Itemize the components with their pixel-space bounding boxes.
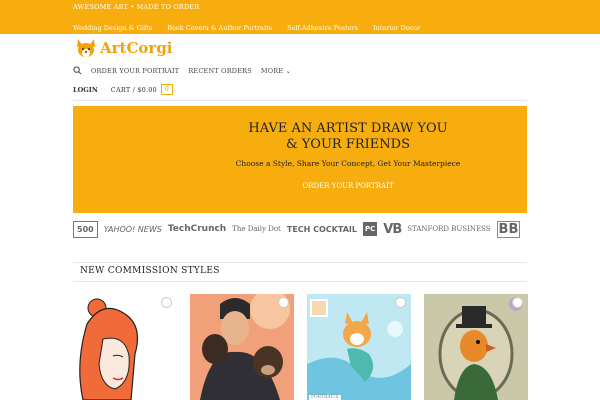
press-logo-daily-dot: The Daily Dot [232,224,281,233]
press-logo-pc: PC [362,222,378,236]
hero-banner: HAVE AN ARTIST DRAW YOU & YOUR FRIENDS C… [73,106,527,213]
section-title: NEW COMMISSION STYLES [80,266,220,276]
product-image-man-dogs [190,294,294,400]
corgi-logo-icon [77,39,95,57]
top-links: Wedding Design & Gifts Book Covers & Aut… [73,24,420,32]
press-logos: 500 YAHOO! NEWS TechCrunch The Daily Dot… [73,217,527,241]
product-card-corgi-mermaid[interactable]: PORTRAITS [307,294,411,400]
top-link-wedding[interactable]: Wedding Design & Gifts [73,24,152,32]
login-link[interactable]: LOGIN [73,86,98,94]
wishlist-heart-icon[interactable] [512,297,523,308]
press-logo-techcrunch: TechCrunch [167,224,227,234]
main-nav: ORDER YOUR PORTRAIT RECENT ORDERS MORE ⌄ [73,66,300,75]
press-logo-vb: VB [383,221,402,237]
product-grid: PORTRAITS [73,294,528,400]
nav-order-portrait[interactable]: ORDER YOUR PORTRAIT [91,67,179,75]
top-link-interior[interactable]: Interior Decor [373,24,420,32]
hero-heading: HAVE AN ARTIST DRAW YOU & YOUR FRIENDS [193,121,503,153]
search-icon[interactable] [73,66,82,75]
top-link-posters[interactable]: Self-Adhesive Posters [287,24,358,32]
section-divider-bottom [73,281,527,282]
header-divider [73,100,527,101]
brand-name: ArtCorgi [100,39,173,57]
account-bar: LOGIN CART / $0.00 0 [73,84,173,95]
tagline: AWESOME ART • MADE TO ORDER [73,3,200,11]
hero-heading-line1: HAVE AN ARTIST DRAW YOU [248,121,448,136]
hero-heading-line2: & YOUR FRIENDS [286,137,410,152]
product-image-corgi-mermaid [307,294,411,400]
nav-recent-orders[interactable]: RECENT ORDERS [188,67,252,75]
site-logo[interactable]: ArtCorgi [75,37,173,59]
product-card-bird-gentleman[interactable] [424,294,528,400]
product-card-man-dogs[interactable] [190,294,294,400]
top-link-book-covers[interactable]: Book Covers & Author Portraits [167,24,272,32]
press-logo-bb: BB [496,220,521,238]
product-category-tag: PORTRAITS [309,395,341,400]
wishlist-heart-icon[interactable] [395,297,406,308]
hero-subheading: Choose a Style, Share Your Concept, Get … [235,159,461,168]
nav-more[interactable]: MORE ⌄ [261,67,291,75]
cart-link[interactable]: CART / $0.00 [111,86,157,94]
product-image-bird-gentleman [424,294,528,400]
section-divider-top [73,262,527,263]
product-image-red-hair [73,294,177,400]
cart-count-badge[interactable]: 0 [160,84,173,95]
press-logo-stanford: STANFORD BUSINESS [407,225,491,233]
press-logo-yahoo: YAHOO! NEWS [103,224,162,234]
wishlist-heart-icon[interactable] [278,297,289,308]
press-logo-500: 500 [73,220,98,238]
top-bar: AWESOME ART • MADE TO ORDER Wedding Desi… [0,0,600,34]
wishlist-heart-icon[interactable] [161,297,172,308]
press-logo-tech-cocktail: TECH COCKTAIL [286,224,357,234]
product-card-red-hair[interactable] [73,294,177,400]
order-portrait-button[interactable]: ORDER YOUR PORTRAIT [268,182,428,190]
